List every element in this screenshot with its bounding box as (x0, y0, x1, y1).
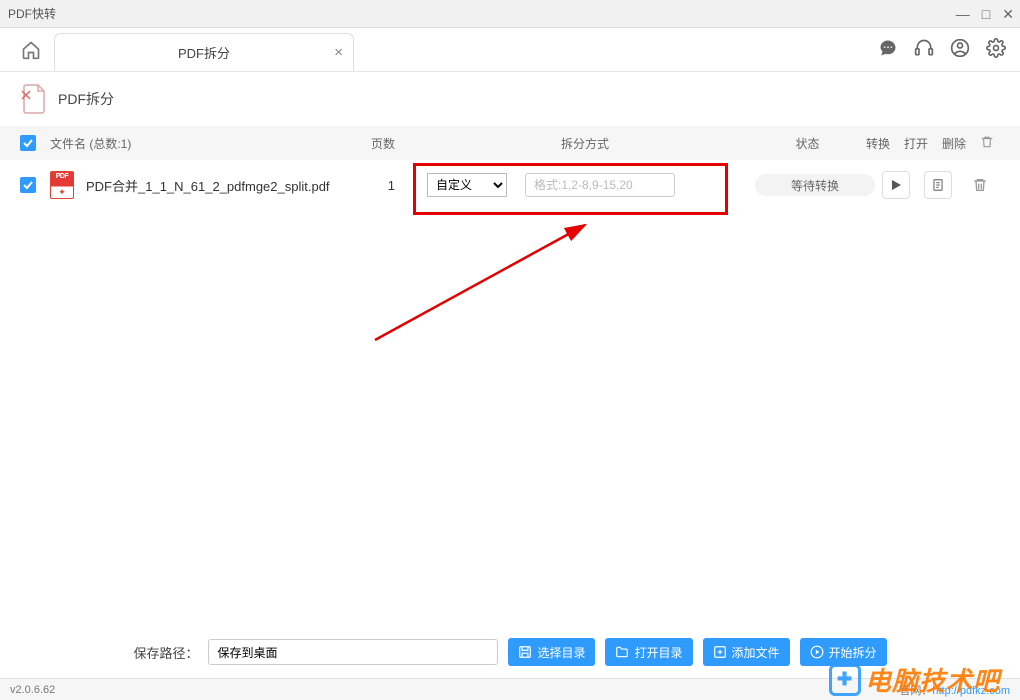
home-icon (21, 40, 41, 60)
maximize-button[interactable]: □ (982, 6, 990, 22)
save-path-input[interactable] (208, 639, 498, 665)
table-row: PDF合并_1_1_N_61_2_pdfmge2_split.pdf 1 自定义… (0, 160, 1020, 210)
convert-button[interactable] (882, 171, 910, 199)
site-info: 官网：http://pdfkz.com (899, 682, 1010, 698)
header-actions (878, 38, 1006, 63)
pdf-file-icon (50, 171, 74, 199)
col-pages: 页数 (355, 135, 415, 152)
window-controls: — □ ✕ (956, 0, 1014, 28)
version-label: v2.0.6.62 (10, 684, 55, 696)
tab-pdf-split[interactable]: PDF拆分 × (54, 33, 354, 71)
col-filename: 文件名 (总数:1) (50, 135, 355, 152)
window-title: PDF快转 (8, 5, 56, 22)
col-split-method: 拆分方式 (415, 135, 755, 152)
col-status: 状态 (755, 135, 860, 152)
page-count: 1 (355, 178, 415, 193)
open-button[interactable] (924, 171, 952, 199)
col-convert: 转换 (866, 135, 890, 152)
annotation-arrow (370, 215, 600, 345)
row-checkbox[interactable] (20, 177, 36, 193)
add-file-button[interactable]: 添加文件 (703, 638, 790, 666)
site-link[interactable]: http://pdfkz.com (932, 685, 1010, 697)
play-icon (810, 645, 824, 659)
home-button[interactable] (14, 33, 48, 67)
col-delete: 删除 (942, 135, 966, 152)
save-icon (518, 645, 532, 659)
section-header: PDF拆分 (0, 72, 1020, 126)
close-button[interactable]: ✕ (1002, 6, 1014, 23)
split-mode-select[interactable]: 自定义 (427, 173, 507, 197)
tab-label: PDF拆分 (178, 43, 230, 62)
titlebar: PDF快转 — □ ✕ (0, 0, 1020, 28)
filename: PDF合并_1_1_N_61_2_pdfmge2_split.pdf (86, 176, 330, 195)
section-title: PDF拆分 (58, 89, 114, 109)
footer: 保存路径： 选择目录 打开目录 添加文件 开始拆分 (0, 628, 1020, 676)
chat-icon[interactable] (878, 38, 898, 63)
minimize-button[interactable]: — (956, 6, 970, 22)
delete-button[interactable] (966, 171, 994, 199)
toolbar: PDF拆分 × (0, 28, 1020, 72)
col-open: 打开 (904, 135, 928, 152)
choose-dir-button[interactable]: 选择目录 (508, 638, 595, 666)
open-dir-button[interactable]: 打开目录 (605, 638, 692, 666)
start-split-button[interactable]: 开始拆分 (800, 638, 887, 666)
table-header: 文件名 (总数:1) 页数 拆分方式 状态 转换 打开 删除 (0, 126, 1020, 160)
user-icon[interactable] (950, 38, 970, 63)
statusbar: v2.0.6.62 官网：http://pdfkz.com (0, 678, 1020, 700)
folder-icon (615, 645, 629, 659)
headset-icon[interactable] (914, 38, 934, 63)
gear-icon[interactable] (986, 38, 1006, 63)
pdf-split-icon (20, 83, 48, 115)
status-badge: 等待转换 (755, 174, 875, 196)
save-path-label: 保存路径： (133, 643, 198, 662)
plus-icon (713, 645, 727, 659)
page-range-input[interactable] (525, 173, 675, 197)
tab-close-button[interactable]: × (334, 44, 343, 61)
select-all-checkbox[interactable] (20, 135, 36, 151)
delete-all-icon[interactable] (980, 135, 994, 152)
